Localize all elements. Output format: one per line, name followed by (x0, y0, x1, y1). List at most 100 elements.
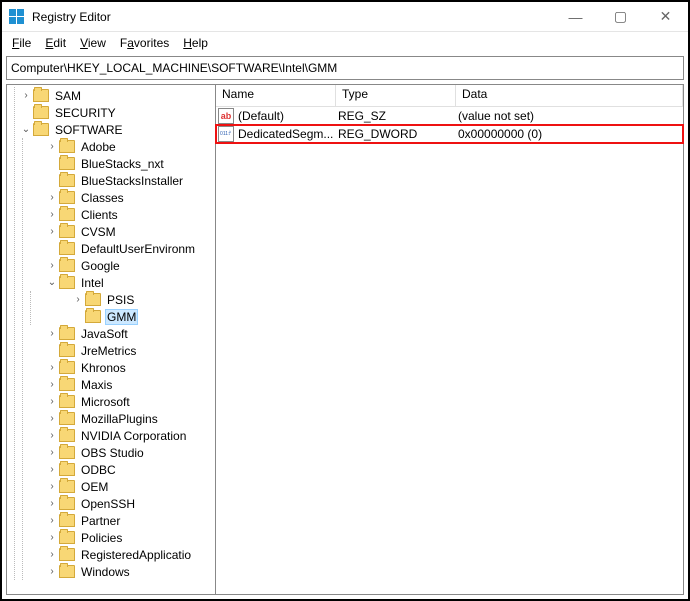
tree-item[interactable]: ›ODBC (23, 461, 215, 478)
chevron-right-icon[interactable]: › (45, 447, 59, 458)
chevron-right-icon[interactable]: › (45, 226, 59, 237)
address-bar[interactable]: Computer\HKEY_LOCAL_MACHINE\SOFTWARE\Int… (6, 56, 684, 80)
tree-item-label: Maxis (79, 378, 114, 392)
chevron-right-icon[interactable]: › (45, 141, 59, 152)
tree-item[interactable]: ›Partner (23, 512, 215, 529)
tree-item[interactable]: ›PSIS (31, 291, 215, 308)
address-text: Computer\HKEY_LOCAL_MACHINE\SOFTWARE\Int… (11, 61, 337, 75)
tree-item-label: Microsoft (79, 395, 132, 409)
folder-icon (59, 531, 75, 544)
chevron-right-icon[interactable]: › (45, 260, 59, 271)
tree-item[interactable]: ›BlueStacksInstaller (23, 172, 215, 189)
value-row[interactable]: DedicatedSegm...REG_DWORD0x00000000 (0) (216, 125, 683, 143)
chevron-right-icon[interactable]: › (19, 90, 33, 101)
tree-item[interactable]: › RegisteredApplicatio (23, 546, 215, 563)
column-data[interactable]: Data (456, 85, 683, 106)
tree-item[interactable]: › OpenSSH (23, 495, 215, 512)
values-pane[interactable]: Name Type Data (Default)REG_SZ(value not… (216, 84, 684, 595)
tree-item-label: RegisteredApplicatio (79, 548, 193, 562)
menu-favorites[interactable]: Favorites (114, 34, 175, 52)
tree-item[interactable]: ›BlueStacks_nxt (23, 155, 215, 172)
tree-item[interactable]: ›Khronos (23, 359, 215, 376)
folder-icon (85, 310, 101, 323)
folder-icon (59, 140, 75, 153)
tree-item[interactable]: › Microsoft (23, 393, 215, 410)
tree-item-label: Adobe (79, 140, 118, 154)
tree-item[interactable]: ⌄ SOFTWARE (15, 121, 215, 138)
chevron-right-icon[interactable]: › (45, 549, 59, 560)
folder-icon (59, 497, 75, 510)
tree-item-label: SOFTWARE (53, 123, 125, 137)
value-row[interactable]: (Default)REG_SZ(value not set) (216, 107, 683, 125)
tree-item[interactable]: › OEM (23, 478, 215, 495)
tree-item-label: Windows (79, 565, 132, 579)
tree-item[interactable]: › Maxis (23, 376, 215, 393)
folder-icon (59, 514, 75, 527)
registry-editor-window: Registry Editor — ▢ ✕ File Edit View Fav… (0, 0, 690, 601)
folder-icon (59, 208, 75, 221)
chevron-right-icon[interactable]: › (45, 515, 59, 526)
chevron-right-icon[interactable]: › (45, 328, 59, 339)
tree-pane[interactable]: ›SAM›SECURITY⌄SOFTWARE›Adobe›BlueStacks_… (6, 84, 216, 595)
maximize-button[interactable]: ▢ (598, 2, 643, 31)
chevron-right-icon[interactable]: › (71, 294, 85, 305)
value-type: REG_SZ (338, 109, 458, 123)
tree-item[interactable]: ›JreMetrics (23, 342, 215, 359)
tree-item[interactable]: › Adobe (23, 138, 215, 155)
chevron-right-icon[interactable]: › (45, 192, 59, 203)
tree-item[interactable]: ›SAM (15, 87, 215, 104)
chevron-right-icon[interactable]: › (45, 430, 59, 441)
folder-icon (59, 548, 75, 561)
menubar: File Edit View Favorites Help (2, 32, 688, 54)
tree-item[interactable]: ›JavaSoft (23, 325, 215, 342)
menu-help[interactable]: Help (177, 34, 214, 52)
chevron-right-icon[interactable]: › (45, 209, 59, 220)
tree-item-label: SECURITY (53, 106, 118, 120)
titlebar[interactable]: Registry Editor — ▢ ✕ (2, 2, 688, 32)
menu-edit[interactable]: Edit (39, 34, 72, 52)
tree-item[interactable]: ›SECURITY (15, 104, 215, 121)
tree-item-label: Google (79, 259, 122, 273)
tree-item[interactable]: › CVSM (23, 223, 215, 240)
menu-file[interactable]: File (6, 34, 37, 52)
tree-item-label: OBS Studio (79, 446, 146, 460)
tree-item[interactable]: ›DefaultUserEnvironm (23, 240, 215, 257)
list-header[interactable]: Name Type Data (216, 85, 683, 107)
chevron-down-icon[interactable]: ⌄ (45, 277, 59, 288)
chevron-right-icon[interactable]: › (45, 396, 59, 407)
chevron-down-icon[interactable]: ⌄ (19, 124, 33, 135)
column-type[interactable]: Type (336, 85, 456, 106)
folder-icon (59, 565, 75, 578)
chevron-right-icon[interactable]: › (45, 532, 59, 543)
tree-item[interactable]: › MozillaPlugins (23, 410, 215, 427)
tree-item[interactable]: ›GMM (31, 308, 215, 325)
tree-item[interactable]: › Windows (23, 563, 215, 580)
folder-icon (59, 446, 75, 459)
tree-item[interactable]: › Google (23, 257, 215, 274)
binary-value-icon (218, 126, 234, 142)
tree-item-label: OEM (79, 480, 110, 494)
minimize-button[interactable]: — (553, 2, 598, 31)
chevron-right-icon[interactable]: › (45, 413, 59, 424)
tree-item-label: OpenSSH (79, 497, 137, 511)
menu-view[interactable]: View (74, 34, 112, 52)
column-name[interactable]: Name (216, 85, 336, 106)
chevron-right-icon[interactable]: › (45, 498, 59, 509)
tree-item-label: CVSM (79, 225, 118, 239)
tree-item[interactable]: › OBS Studio (23, 444, 215, 461)
chevron-right-icon[interactable]: › (45, 464, 59, 475)
tree-item[interactable]: ›Classes (23, 189, 215, 206)
chevron-right-icon[interactable]: › (45, 481, 59, 492)
folder-icon (33, 106, 49, 119)
tree-item[interactable]: › NVIDIA Corporation (23, 427, 215, 444)
close-button[interactable]: ✕ (643, 2, 688, 31)
tree-item[interactable]: ›Clients (23, 206, 215, 223)
tree-item[interactable]: ⌄Intel (23, 274, 215, 291)
tree-item-label: MozillaPlugins (79, 412, 160, 426)
chevron-right-icon[interactable]: › (45, 379, 59, 390)
tree-item[interactable]: ›Policies (23, 529, 215, 546)
chevron-right-icon[interactable]: › (45, 362, 59, 373)
regedit-icon (8, 9, 24, 25)
chevron-right-icon[interactable]: › (45, 566, 59, 577)
tree-item-label: NVIDIA Corporation (79, 429, 188, 443)
